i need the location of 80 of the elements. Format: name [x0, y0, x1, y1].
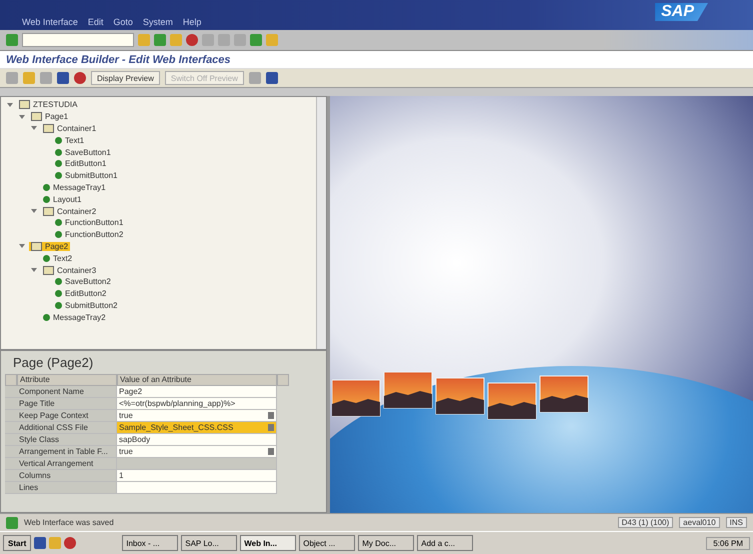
value-help-icon[interactable]: [268, 448, 274, 455]
tree-item[interactable]: Container3: [41, 266, 98, 275]
row-selector[interactable]: [5, 458, 17, 470]
tree-item[interactable]: Container2: [41, 206, 98, 216]
menu-item[interactable]: Web Interface: [22, 17, 78, 27]
tree-item[interactable]: ZTESTUDIA: [17, 100, 80, 110]
toolbar-button[interactable]: Display Preview: [91, 71, 160, 85]
value-cell[interactable]: [117, 482, 277, 494]
menu-item[interactable]: System: [142, 17, 173, 27]
tree-item[interactable]: Layout1: [41, 194, 84, 204]
column-header: Value of an Attribute: [117, 374, 277, 386]
row-selector[interactable]: [5, 398, 17, 410]
attribute-cell: Arrangement in Table F...: [17, 446, 117, 458]
attribute-cell: Lines: [17, 482, 117, 494]
row-selector[interactable]: [5, 434, 17, 446]
expand-toggle-icon[interactable]: [31, 209, 37, 214]
system-info: D43 (1) (100): [618, 517, 674, 528]
logo: SAP: [655, 3, 708, 21]
expand-toggle-icon[interactable]: [31, 126, 37, 130]
menu-item[interactable]: Help: [182, 17, 202, 27]
table-header: [277, 374, 289, 386]
command-field[interactable]: [22, 33, 134, 47]
taskbar-button[interactable]: Object ...: [299, 535, 356, 551]
tree-item[interactable]: FunctionButton2: [53, 230, 126, 240]
tree-item[interactable]: MessageTray1: [41, 182, 108, 192]
taskbar-button[interactable]: Add a c...: [417, 535, 474, 551]
value-cell[interactable]: 1: [117, 470, 277, 482]
tree-item[interactable]: Page1: [29, 112, 70, 122]
tree-item[interactable]: Text1: [53, 136, 86, 145]
value-cell[interactable]: Page2: [117, 386, 277, 398]
row-selector[interactable]: [5, 482, 17, 494]
value-cell[interactable]: true: [117, 410, 277, 422]
column-header: Attribute: [17, 374, 117, 386]
tree-item[interactable]: SubmitButton1: [53, 171, 120, 180]
tree-item[interactable]: FunctionButton1: [53, 218, 126, 228]
taskbar-button[interactable]: My Doc...: [358, 535, 414, 551]
taskbar-button[interactable]: SAP Lo...: [181, 535, 238, 551]
attribute-cell: Additional CSS File: [17, 422, 117, 434]
tree-item[interactable]: MessageTray2: [41, 312, 108, 322]
row-selector[interactable]: [5, 446, 17, 458]
taskbar-button[interactable]: Inbox - ...: [122, 535, 178, 551]
table-header: [5, 374, 17, 386]
row-selector[interactable]: [5, 410, 17, 422]
value-help-icon[interactable]: [268, 412, 274, 419]
attribute-cell: Keep Page Context: [17, 410, 117, 422]
clock: 5:06 PM: [706, 536, 750, 550]
menu-item[interactable]: Edit: [88, 17, 104, 27]
menu-item[interactable]: Goto: [113, 17, 133, 27]
tree-item[interactable]: Page2: [29, 242, 70, 251]
status-message: Web Interface was saved: [24, 518, 114, 527]
row-selector[interactable]: [5, 470, 17, 482]
expand-toggle-icon[interactable]: [31, 268, 37, 272]
tree-item[interactable]: SubmitButton2: [53, 300, 120, 310]
tree-item[interactable]: EditButton2: [53, 289, 108, 298]
attribute-cell: Component Name: [17, 386, 117, 398]
value-cell[interactable]: sapBody: [117, 434, 277, 446]
start-button[interactable]: Start: [3, 535, 32, 551]
server-name: aeval010: [679, 517, 720, 528]
tree-item[interactable]: SaveButton1: [53, 148, 113, 157]
panel-title: Page (Page2): [12, 354, 94, 372]
value-help-icon[interactable]: [268, 424, 274, 431]
expand-toggle-icon[interactable]: [7, 102, 13, 107]
row-selector[interactable]: [5, 386, 17, 398]
expand-toggle-icon[interactable]: [19, 244, 25, 248]
value-cell[interactable]: true: [117, 446, 277, 458]
taskbar-button[interactable]: Web In...: [240, 535, 296, 551]
input-mode: INS: [726, 517, 747, 528]
tree-item[interactable]: EditButton1: [53, 159, 108, 168]
attribute-cell: Vertical Arrangement: [17, 458, 117, 470]
tree-item[interactable]: Container1: [41, 124, 98, 133]
attribute-cell: Style Class: [17, 434, 117, 446]
value-cell[interactable]: <%=otr(bspwb/planning_app)%>: [117, 398, 277, 410]
tree-item[interactable]: SaveButton2: [53, 277, 113, 286]
attribute-cell: Columns: [17, 470, 117, 482]
tree-item[interactable]: Text2: [41, 254, 74, 263]
expand-toggle-icon[interactable]: [19, 114, 25, 119]
value-cell[interactable]: Sample_Style_Sheet_CSS.CSS: [117, 422, 277, 434]
window-title: Web Interface Builder - Edit Web Interfaces: [6, 54, 231, 66]
row-selector[interactable]: [5, 422, 17, 434]
attribute-cell: Page Title: [17, 398, 117, 410]
